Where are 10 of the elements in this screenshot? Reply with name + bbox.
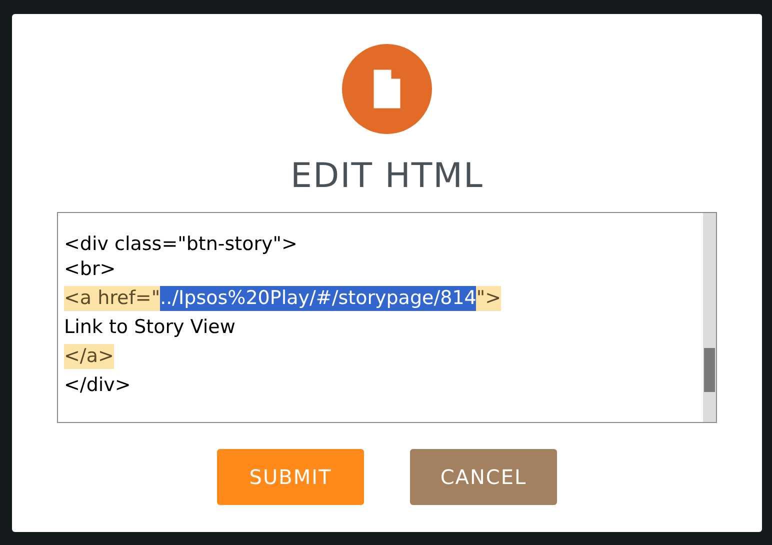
code-line: <div class="btn-story">: [64, 232, 298, 257]
code-line: <a href="../Ipsos%20Play/#/storypage/814">: [64, 286, 502, 311]
html-editor[interactable]: <div class="btn-story"> <br> <a href="../Ipsos%20Play/#/storypage/814"> Link to Story View </a> </div>: [57, 212, 717, 423]
submit-button[interactable]: SUBMIT: [217, 449, 364, 505]
cancel-button[interactable]: CANCEL: [410, 449, 557, 505]
code-line: </div>: [64, 373, 132, 398]
scrollbar[interactable]: [703, 213, 716, 422]
code-line: <br>: [64, 257, 117, 282]
code-line: Link to Story View: [64, 315, 236, 340]
dialog-title: EDIT HTML: [290, 156, 484, 196]
